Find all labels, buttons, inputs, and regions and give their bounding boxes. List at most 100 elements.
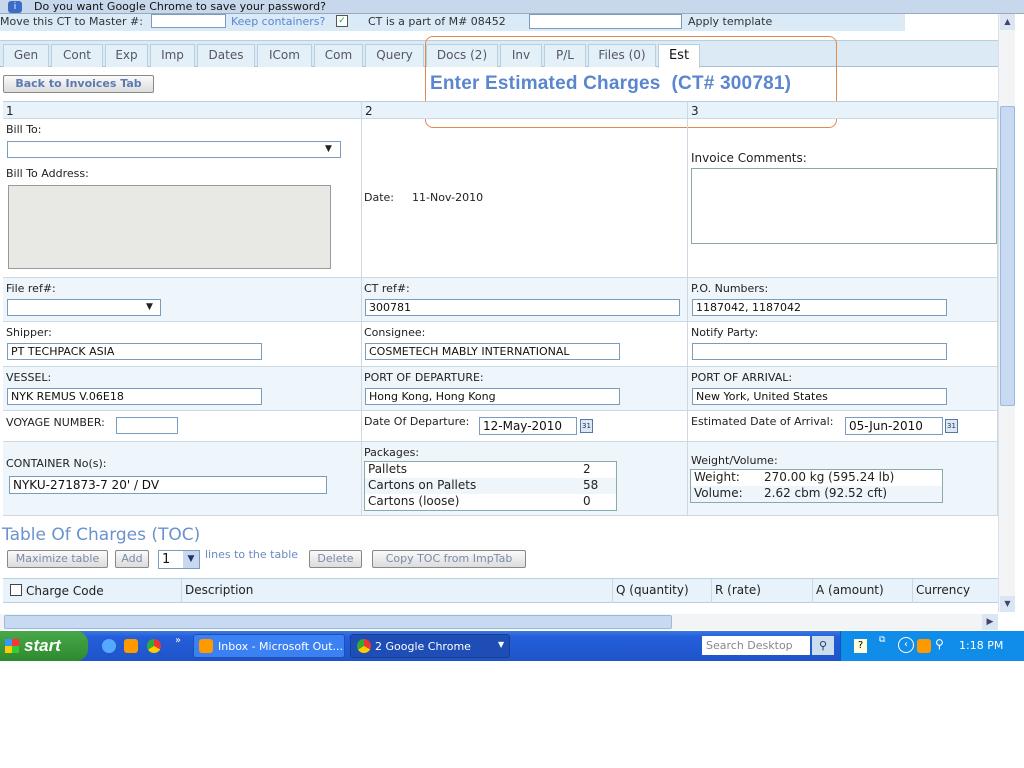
calendar-icon[interactable]: 31 — [580, 419, 593, 433]
keep-containers-checkbox[interactable]: ✓ — [336, 15, 348, 27]
dod-input[interactable]: 12-May-2010 — [479, 417, 577, 435]
outlook-tray-icon[interactable] — [917, 639, 931, 653]
horizontal-scroll-thumb[interactable] — [4, 615, 672, 629]
column-header-1: 1 — [3, 101, 362, 119]
calendar-icon[interactable]: 31 — [945, 419, 958, 433]
add-button[interactable]: Add — [115, 550, 149, 568]
maximize-table-button[interactable]: Maximize table — [7, 550, 108, 568]
horizontal-scrollbar[interactable]: ▶ — [0, 614, 998, 630]
scroll-up-icon[interactable]: ▲ — [1000, 14, 1015, 30]
tab-icom[interactable]: ICom — [257, 44, 312, 67]
file-ref-select[interactable] — [7, 299, 161, 316]
select-all-checkbox[interactable] — [10, 584, 22, 596]
template-select[interactable] — [529, 14, 682, 29]
notify-input[interactable] — [692, 343, 947, 360]
ct-toolbar: Move this CT to Master #: Keep container… — [0, 14, 905, 31]
keep-containers-label: Keep containers? — [231, 15, 326, 28]
search-tray-icon[interactable]: ⚲ — [935, 637, 944, 651]
tab-exp[interactable]: Exp — [105, 44, 148, 67]
voyage-label: VOYAGE NUMBER: — [6, 416, 105, 429]
restore-icon[interactable]: ⧉ — [879, 635, 885, 645]
scroll-right-icon[interactable]: ▶ — [982, 614, 998, 630]
tab-com[interactable]: Com — [314, 44, 363, 67]
col-charge-code[interactable]: Charge Code — [26, 584, 104, 598]
poa-label: PORT OF ARRIVAL: — [691, 371, 793, 384]
chevron-down-icon: ▼ — [325, 144, 332, 154]
delete-button[interactable]: Delete — [309, 550, 362, 568]
invoice-comments-textarea[interactable] — [691, 168, 997, 244]
back-to-invoices-button[interactable]: Back to Invoices Tab — [3, 75, 154, 93]
bill-to-select[interactable] — [7, 141, 341, 158]
collapse-tray-icon[interactable]: ‹ — [898, 637, 914, 653]
search-icon[interactable]: ⚲ — [812, 636, 834, 655]
bill-to-address-textarea[interactable] — [8, 185, 331, 269]
tab-dates[interactable]: Dates — [197, 44, 255, 67]
col-quantity[interactable]: Q (quantity) — [616, 583, 689, 597]
start-button[interactable]: start — [0, 631, 88, 661]
lines-text: lines to the table — [205, 548, 299, 561]
search-desktop-input[interactable]: Search Desktop — [702, 636, 810, 655]
scroll-down-icon[interactable]: ▼ — [1000, 596, 1015, 612]
tab-query[interactable]: Query — [365, 44, 424, 67]
ie-icon[interactable] — [102, 639, 116, 653]
ct-ref-input[interactable]: 300781 — [365, 299, 680, 316]
infobar-text: Do you want Google Chrome to save your p… — [34, 0, 326, 13]
chevron-down-icon: ▼ — [498, 640, 505, 649]
col-description[interactable]: Description — [185, 583, 253, 597]
col-rate[interactable]: R (rate) — [715, 583, 761, 597]
vertical-scroll-thumb[interactable] — [1000, 106, 1015, 406]
vessel-label: VESSEL: — [6, 371, 52, 384]
notify-label: Notify Party: — [691, 326, 759, 339]
voyage-cell: VOYAGE NUMBER: — [3, 411, 362, 442]
col-amount[interactable]: A (amount) — [816, 583, 884, 597]
windows-logo-icon — [5, 639, 19, 653]
dod-label: Date Of Departure: — [364, 415, 470, 428]
copy-toc-button[interactable]: Copy TOC from ImpTab — [372, 550, 526, 568]
system-tray: ? ⧉ ‹ ⚲ 1:18 PM — [840, 631, 1024, 661]
volume-row: Volume: 2.62 cbm (92.52 cft) — [691, 486, 942, 502]
overflow-chevron-icon[interactable]: » — [175, 635, 181, 646]
container-input[interactable]: NYKU-271873-7 20' / DV — [9, 476, 327, 494]
shipper-input[interactable]: PT TECHPACK ASIA — [7, 343, 262, 360]
weight-volume-label: Weight/Volume: — [691, 454, 778, 467]
poa-input[interactable]: New York, United States — [692, 388, 947, 405]
chrome-icon[interactable] — [147, 639, 161, 653]
po-cell: P.O. Numbers: 1187042, 1187042 — [688, 278, 998, 322]
vessel-input[interactable]: NYK REMUS V.06E18 — [7, 388, 262, 405]
eda-cell: Estimated Date of Arrival: 05-Jun-2010 3… — [688, 411, 998, 442]
pod-input[interactable]: Hong Kong, Hong Kong — [365, 388, 620, 405]
po-input[interactable]: 1187042, 1187042 — [692, 299, 947, 316]
packages-label: Packages: — [364, 446, 420, 459]
bill-to-cell: Bill To: ▼ Bill To Address: — [3, 119, 362, 278]
consignee-input[interactable]: COSMETECH MABLY INTERNATIONAL — [365, 343, 620, 360]
master-number-input[interactable] — [151, 14, 226, 28]
eda-input[interactable]: 05-Jun-2010 — [845, 417, 943, 435]
bill-to-address-label: Bill To Address: — [6, 167, 89, 180]
help-icon[interactable]: ? — [854, 639, 867, 653]
col-currency[interactable]: Currency — [916, 583, 970, 597]
tab-imp[interactable]: Imp — [150, 44, 195, 67]
info-icon: i — [8, 1, 22, 13]
password-infobar: i Do you want Google Chrome to save your… — [0, 0, 1024, 14]
clock[interactable]: 1:18 PM — [959, 639, 1003, 652]
tab-cont[interactable]: Cont — [51, 44, 103, 67]
pod-cell: PORT OF DEPARTURE: Hong Kong, Hong Kong — [362, 367, 688, 411]
chevron-down-icon: ▼ — [183, 551, 199, 568]
tab-gen[interactable]: Gen — [3, 44, 49, 67]
outlook-icon[interactable] — [124, 639, 138, 653]
shipper-cell: Shipper: PT TECHPACK ASIA — [3, 322, 362, 367]
vertical-scrollbar[interactable]: ▲ ▼ — [998, 14, 1015, 612]
weight-volume-cell: Weight/Volume: Weight: 270.00 kg (595.24 … — [688, 442, 998, 516]
voyage-input[interactable] — [116, 417, 178, 434]
chevron-down-icon: ▼ — [146, 302, 153, 312]
notify-cell: Notify Party: — [688, 322, 998, 367]
taskbar-outlook[interactable]: Inbox - Microsoft Out... — [193, 634, 345, 658]
toc-title: Table Of Charges (TOC) — [2, 525, 201, 545]
package-row: Pallets 2 — [368, 462, 591, 476]
consignee-label: Consignee: — [364, 326, 426, 339]
comments-cell: Invoice Comments: — [688, 119, 998, 278]
taskbar-chrome[interactable]: 2 Google Chrome — [350, 634, 510, 658]
package-row: Cartons (loose) 0 — [368, 494, 591, 508]
date-label: Date: — [364, 191, 394, 204]
poa-cell: PORT OF ARRIVAL: New York, United States — [688, 367, 998, 411]
